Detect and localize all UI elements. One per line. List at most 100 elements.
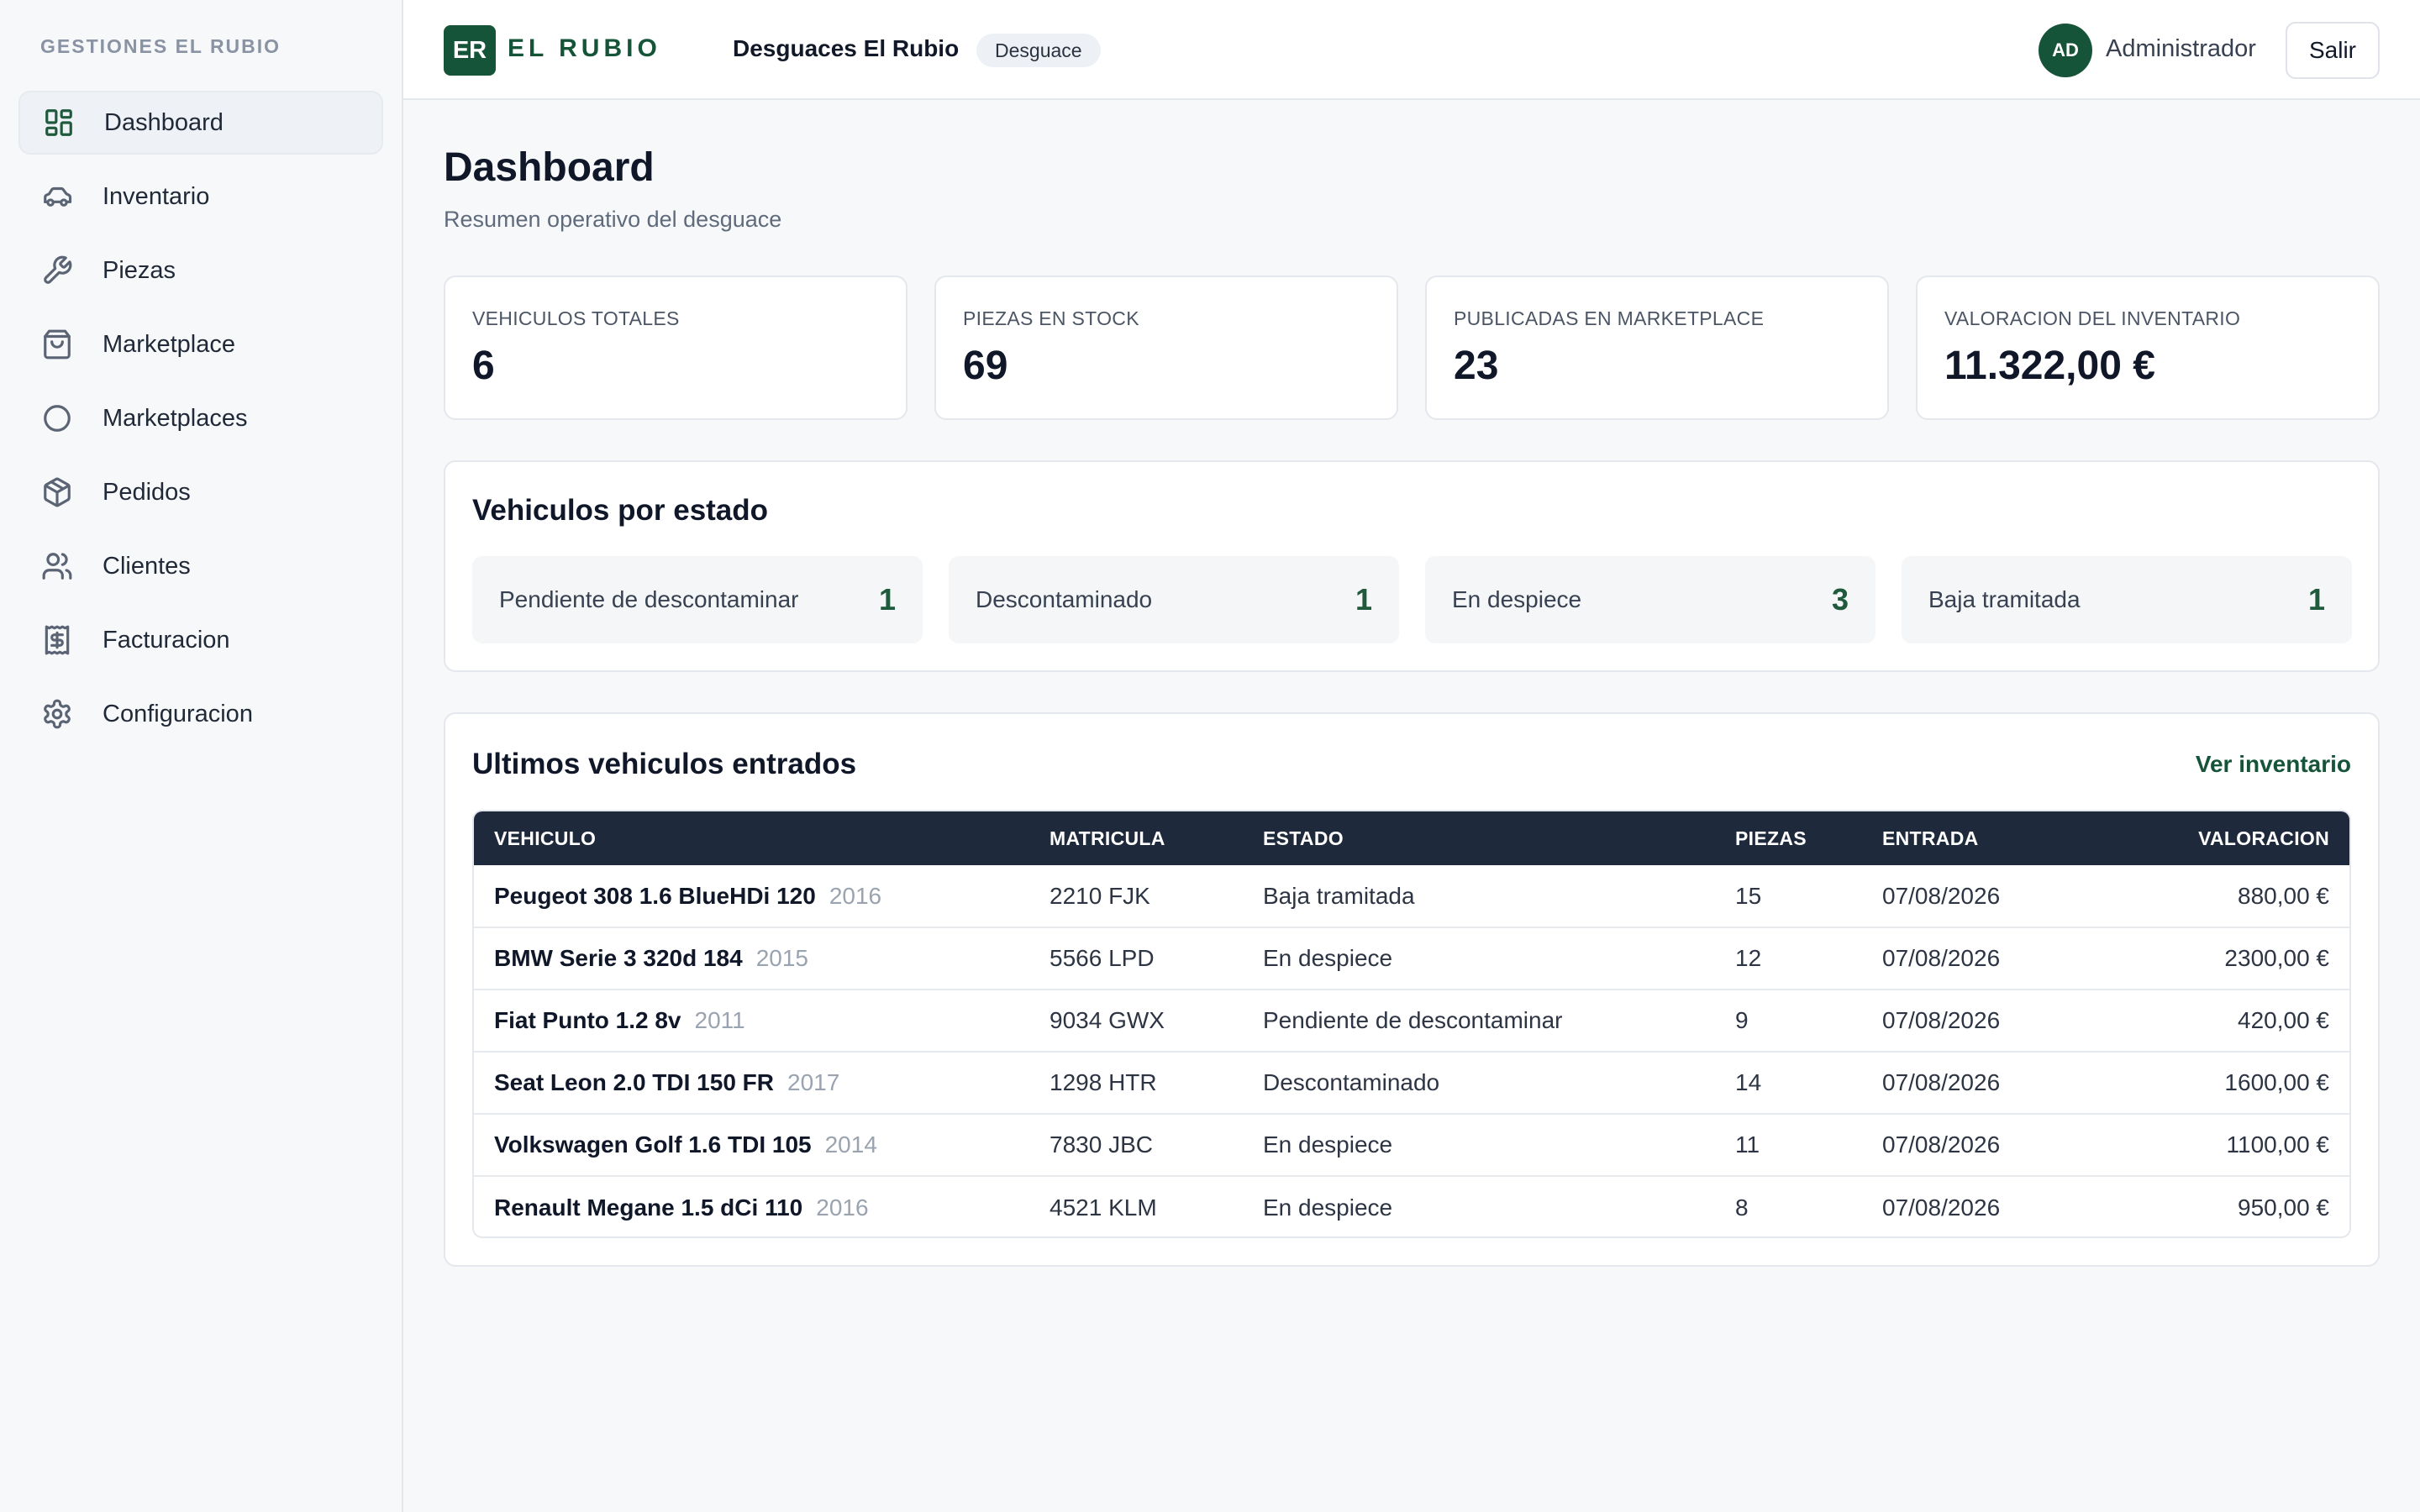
stat-value: 23	[1454, 344, 1499, 388]
sidebar-item-piezas[interactable]: Piezas	[18, 239, 383, 302]
recent-vehicles-panel: Ultimos vehiculos entrados Ver inventari…	[444, 712, 2380, 1267]
state-item: Descontaminado 1	[949, 556, 1399, 643]
stat-value: 11.322,00 €	[1944, 344, 2155, 388]
top-header: ER EL RUBIO Desguaces El Rubio Desguace …	[403, 0, 2420, 100]
dashboard-icon	[42, 106, 76, 139]
plate-cell: 7830 JBC	[1050, 1131, 1153, 1158]
status-cell: Descontaminado	[1263, 1069, 1440, 1095]
sidebar-item-pedidos[interactable]: Pedidos	[18, 460, 383, 524]
column-header[interactable]: ENTRADA	[1882, 811, 2134, 865]
sidebar-item-label: Marketplace	[103, 330, 235, 358]
state-count: 1	[878, 582, 896, 617]
stat-value: 69	[963, 344, 1008, 388]
sidebar-item-label: Configuracion	[103, 700, 253, 727]
table-row[interactable]: Seat Leon 2.0 TDI 150 FR 2017 1298 HTR De…	[474, 1052, 2349, 1114]
status-cell: En despiece	[1263, 1194, 1393, 1221]
state-count: 1	[1355, 582, 1372, 617]
date-cell: 07/08/2026	[1882, 1069, 2001, 1095]
column-header[interactable]: ESTADO	[1263, 811, 1735, 865]
parts-cell: 11	[1735, 1131, 1760, 1158]
vehicle-name: BMW Serie 3 320d 184	[494, 945, 743, 971]
parts-cell: 15	[1735, 882, 1762, 909]
page-title: Dashboard	[444, 145, 655, 190]
company-type-badge: Desguace	[976, 34, 1101, 67]
table-row[interactable]: BMW Serie 3 320d 184 2015 5566 LPD En des…	[474, 927, 2349, 990]
table-row[interactable]: Volkswagen Golf 1.6 TDI 105 2014 7830 JBC…	[474, 1114, 2349, 1176]
state-item: En despiece 3	[1425, 556, 1876, 643]
sidebar-item-facturacion[interactable]: Facturacion	[18, 608, 383, 672]
car-icon	[40, 180, 74, 213]
avatar[interactable]: AD	[2039, 24, 2092, 77]
sidebar-item-configuracion[interactable]: Configuracion	[18, 682, 383, 746]
vehicle-name: Peugeot 308 1.6 BlueHDi 120	[494, 882, 816, 909]
stat-value: 6	[472, 344, 495, 388]
table-row[interactable]: Renault Megane 1.5 dCi 110 2016 4521 KLM …	[474, 1176, 2349, 1236]
column-header[interactable]: PIEZAS	[1735, 811, 1882, 865]
sidebar-item-inventario[interactable]: Inventario	[18, 165, 383, 228]
stat-label: PIEZAS EN STOCK	[963, 307, 1139, 329]
vehicle-year: 2011	[694, 1007, 745, 1033]
vehicles-by-state-panel: Vehiculos por estado Pendiente de descon…	[444, 460, 2380, 672]
column-header[interactable]: VALORACION	[2134, 811, 2349, 865]
users-icon	[40, 549, 74, 583]
gear-icon	[40, 697, 74, 731]
vehicle-name: Volkswagen Golf 1.6 TDI 105	[494, 1131, 812, 1158]
vehicle-name: Renault Megane 1.5 dCi 110	[494, 1194, 803, 1221]
sidebar-item-clientes[interactable]: Clientes	[18, 534, 383, 598]
state-label: Descontaminado	[976, 586, 1153, 612]
plate-cell: 4521 KLM	[1050, 1194, 1157, 1221]
value-cell: 1100,00 €	[2226, 1131, 2330, 1158]
state-item: Baja tramitada 1	[1902, 556, 2352, 643]
state-label: Pendiente de descontaminar	[499, 586, 799, 612]
vehicle-cell: Fiat Punto 1.2 8v 2011	[474, 990, 1050, 1052]
vehicle-name: Seat Leon 2.0 TDI 150 FR	[494, 1069, 774, 1095]
status-cell: En despiece	[1263, 945, 1393, 971]
parts-cell: 8	[1735, 1194, 1749, 1221]
sidebar-item-label: Facturacion	[103, 626, 230, 654]
company-name: Desguaces El Rubio	[733, 35, 960, 61]
receipt-icon	[40, 623, 74, 657]
sidebar-item-marketplaces[interactable]: Marketplaces	[18, 386, 383, 450]
vehicle-cell: Peugeot 308 1.6 BlueHDi 120 2016	[474, 865, 1050, 927]
stat-label: VALORACION DEL INVENTARIO	[1944, 307, 2241, 329]
table-row[interactable]: Fiat Punto 1.2 8v 2011 9034 GWX Pendiente…	[474, 990, 2349, 1052]
panel-title: Ultimos vehiculos entrados	[472, 748, 857, 780]
value-cell: 880,00 €	[2238, 882, 2329, 909]
vehicle-year: 2017	[787, 1069, 840, 1095]
date-cell: 07/08/2026	[1882, 1194, 2001, 1221]
sidebar-nav: Dashboard Inventario Piezas Marketplace …	[18, 91, 383, 756]
plate-cell: 5566 LPD	[1050, 945, 1155, 971]
recent-vehicles-table: VEHICULO MATRICULA ESTADO PIEZAS ENTRADA…	[472, 810, 2351, 1238]
vehicle-year: 2015	[755, 945, 808, 971]
table-row[interactable]: Peugeot 308 1.6 BlueHDi 120 2016 2210 FJK…	[474, 865, 2349, 927]
parts-cell: 12	[1735, 945, 1762, 971]
logo-text: EL RUBIO	[508, 34, 661, 62]
vehicle-cell: Renault Megane 1.5 dCi 110 2016	[474, 1176, 1050, 1236]
logout-button[interactable]: Salir	[2286, 22, 2380, 79]
value-cell: 950,00 €	[2238, 1194, 2329, 1221]
value-cell: 2300,00 €	[2224, 945, 2329, 971]
sidebar-item-label: Clientes	[103, 552, 191, 580]
column-header[interactable]: VEHICULO	[474, 811, 1050, 865]
plate-cell: 2210 FJK	[1050, 882, 1150, 909]
column-header[interactable]: MATRICULA	[1050, 811, 1263, 865]
vehicle-year: 2016	[816, 1194, 869, 1221]
status-cell: Pendiente de descontaminar	[1263, 1007, 1563, 1033]
sidebar-item-label: Pedidos	[103, 478, 191, 506]
parts-cell: 14	[1735, 1069, 1762, 1095]
view-inventory-link[interactable]: Ver inventario	[2196, 751, 2351, 778]
vehicle-name: Fiat Punto 1.2 8v	[494, 1007, 681, 1033]
vehicle-cell: Seat Leon 2.0 TDI 150 FR 2017	[474, 1052, 1050, 1114]
stat-card-parts: PIEZAS EN STOCK 69	[934, 276, 1398, 420]
sidebar-item-marketplace[interactable]: Marketplace	[18, 312, 383, 376]
panel-title: Vehiculos por estado	[472, 494, 769, 527]
sidebar-item-label: Piezas	[103, 256, 176, 284]
vehicle-year: 2014	[824, 1131, 877, 1158]
stat-card-published: PUBLICADAS EN MARKETPLACE 23	[1425, 276, 1889, 420]
value-cell: 1600,00 €	[2224, 1069, 2329, 1095]
sidebar-item-dashboard[interactable]: Dashboard	[18, 91, 383, 155]
wrench-icon	[40, 254, 74, 287]
date-cell: 07/08/2026	[1882, 1131, 2001, 1158]
sidebar: GESTIONES EL RUBIO Dashboard Inventario …	[0, 0, 403, 1512]
sidebar-item-label: Dashboard	[104, 108, 224, 136]
